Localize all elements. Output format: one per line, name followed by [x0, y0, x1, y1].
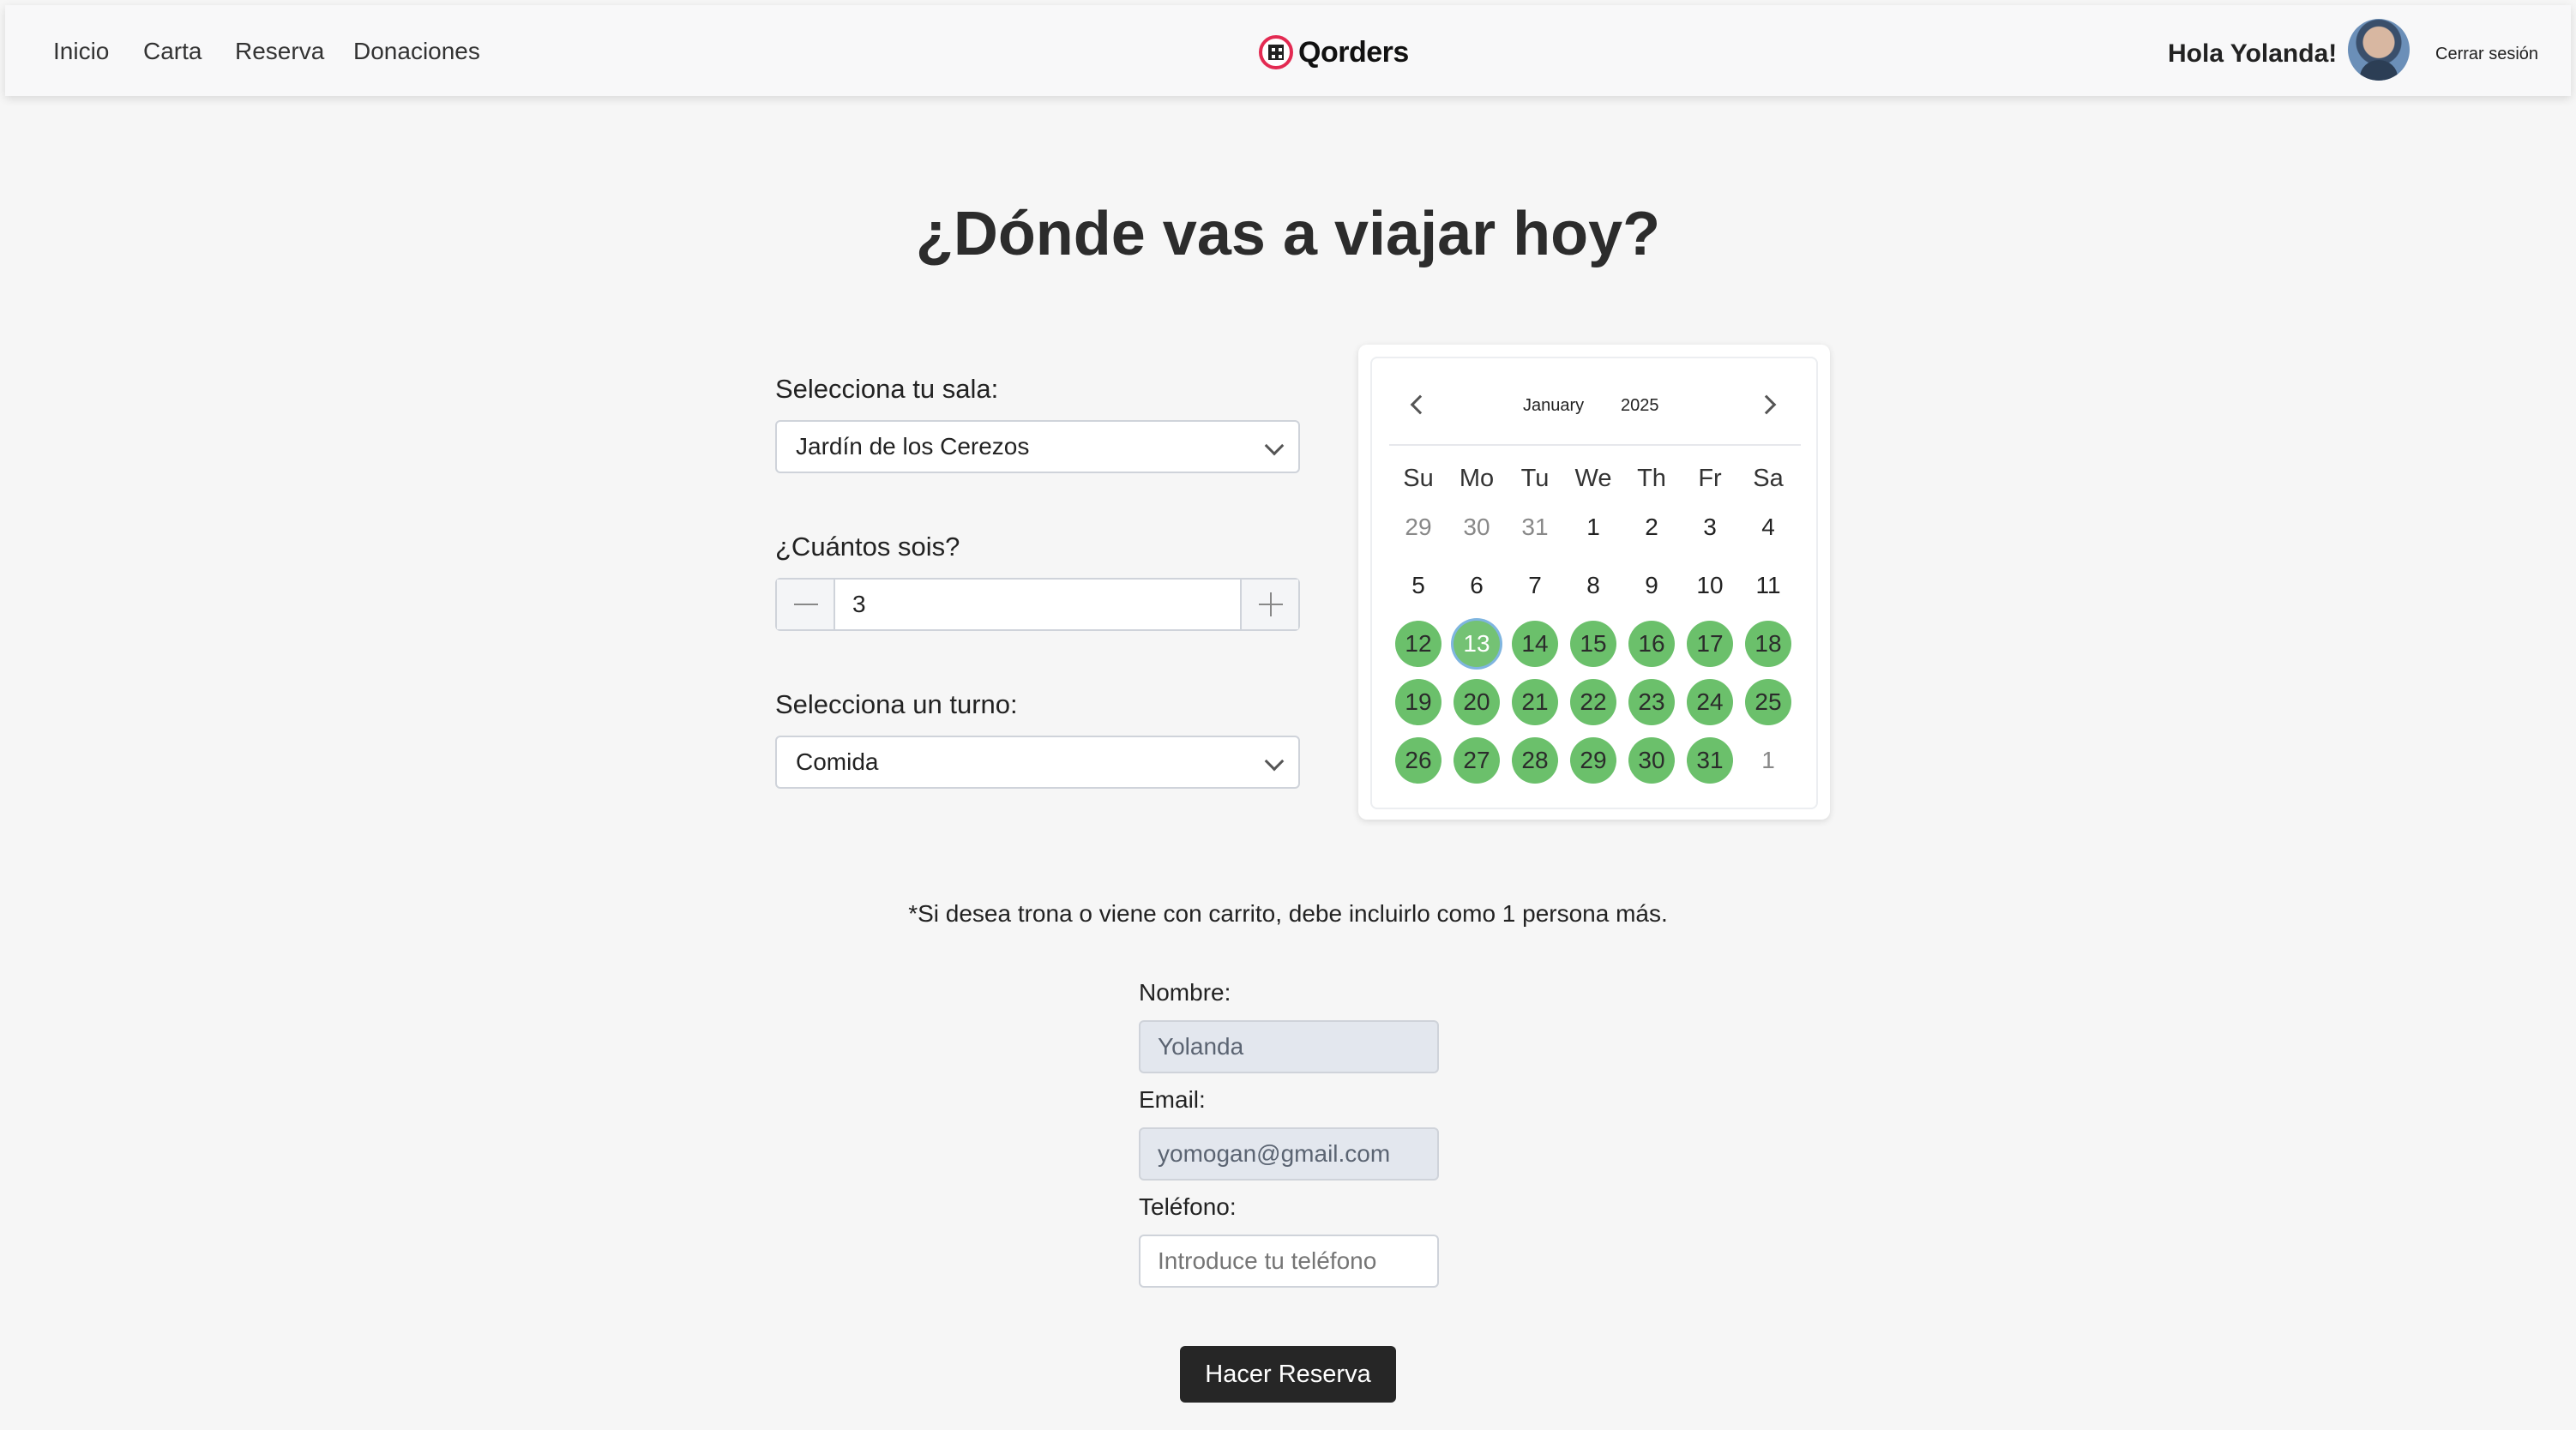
- calendar-day[interactable]: 30: [1628, 737, 1675, 784]
- brand-name: Qorders: [1298, 35, 1409, 69]
- calendar-day: 1: [1761, 747, 1775, 773]
- weekday-label: Sa: [1753, 465, 1784, 492]
- email-label: Email:: [1139, 1086, 1206, 1113]
- calendar-day[interactable]: 17: [1687, 621, 1733, 667]
- calendar-day[interactable]: 22: [1570, 679, 1616, 725]
- calendar-day[interactable]: 15: [1570, 621, 1616, 667]
- user-greeting: Hola Yolanda!: [2168, 39, 2338, 68]
- avatar[interactable]: [2348, 19, 2410, 81]
- calendar-day[interactable]: 8: [1570, 562, 1616, 609]
- weekday-label: Su: [1403, 465, 1434, 492]
- calendar-day[interactable]: 28: [1512, 737, 1558, 784]
- room-select[interactable]: Jardín de los Cerezos: [775, 420, 1300, 473]
- shift-label: Selecciona un turno:: [775, 689, 1018, 719]
- calendar-day[interactable]: 26: [1395, 737, 1441, 784]
- calendar-day[interactable]: 29: [1570, 737, 1616, 784]
- calendar-day[interactable]: 14: [1512, 621, 1558, 667]
- room-select-value: Jardín de los Cerezos: [796, 433, 1030, 460]
- name-label: Nombre:: [1139, 979, 1231, 1006]
- people-stepper: 3: [775, 578, 1300, 631]
- phone-label: Teléfono:: [1139, 1193, 1237, 1220]
- nav-link-donaciones[interactable]: Donaciones: [353, 38, 480, 65]
- calendar-day[interactable]: 25: [1745, 679, 1791, 725]
- calendar-day: 30: [1463, 514, 1490, 540]
- calendar-divider: [1389, 444, 1801, 446]
- shift-select-value: Comida: [796, 748, 879, 775]
- calendar-day[interactable]: 18: [1745, 621, 1791, 667]
- people-label: ¿Cuántos sois?: [775, 532, 960, 562]
- room-label: Selecciona tu sala:: [775, 374, 999, 404]
- phone-field[interactable]: [1139, 1235, 1439, 1288]
- calendar-day[interactable]: 7: [1512, 562, 1558, 609]
- nav-link-inicio[interactable]: Inicio: [53, 38, 109, 65]
- weekday-label: We: [1574, 465, 1612, 492]
- calendar-day[interactable]: 23: [1628, 679, 1675, 725]
- nav-link-carta[interactable]: Carta: [143, 38, 202, 65]
- shift-select[interactable]: Comida: [775, 736, 1300, 789]
- decrement-button[interactable]: [777, 580, 835, 629]
- calendar-day-selected[interactable]: 13: [1454, 621, 1500, 667]
- calendar-month[interactable]: January: [1523, 396, 1584, 416]
- qr-logo-icon: [1259, 35, 1293, 69]
- calendar-day[interactable]: 21: [1512, 679, 1558, 725]
- calendar-day[interactable]: 12: [1395, 621, 1441, 667]
- brand-logo[interactable]: Qorders: [1259, 31, 1409, 74]
- calendar-day[interactable]: 27: [1454, 737, 1500, 784]
- calendar-day[interactable]: 9: [1628, 562, 1675, 609]
- chevron-down-icon: [1264, 436, 1285, 456]
- calendar-day[interactable]: 31: [1687, 737, 1733, 784]
- calendar-day[interactable]: 11: [1745, 562, 1791, 609]
- page-title: ¿Dónde vas a viajar hoy?: [915, 200, 1661, 268]
- weekday-label: Fr: [1698, 465, 1722, 492]
- calendar-day: 29: [1405, 514, 1432, 540]
- calendar-day[interactable]: 3: [1687, 504, 1733, 550]
- calendar-day[interactable]: 2: [1628, 504, 1675, 550]
- calendar-day[interactable]: 20: [1454, 679, 1500, 725]
- weekday-label: Th: [1637, 465, 1666, 492]
- calendar-day: 31: [1521, 514, 1549, 540]
- chevron-down-icon: [1264, 751, 1285, 772]
- top-navbar: Inicio Carta Reserva Donaciones Qorders …: [5, 5, 2571, 96]
- people-count-input[interactable]: 3: [835, 580, 1240, 629]
- weekday-label: Tu: [1520, 465, 1550, 492]
- submit-reservation-button[interactable]: Hacer Reserva: [1180, 1346, 1396, 1403]
- calendar-day[interactable]: 16: [1628, 621, 1675, 667]
- weekday-label: Mo: [1459, 465, 1495, 492]
- calendar-year[interactable]: 2025: [1621, 396, 1659, 416]
- calendar-day[interactable]: 10: [1687, 562, 1733, 609]
- calendar-day[interactable]: 24: [1687, 679, 1733, 725]
- calendar-day[interactable]: 1: [1570, 504, 1616, 550]
- name-field[interactable]: [1139, 1020, 1439, 1073]
- stroller-note: *Si desea trona o viene con carrito, deb…: [908, 900, 1668, 927]
- increment-button[interactable]: [1240, 580, 1298, 629]
- calendar-day[interactable]: 5: [1395, 562, 1441, 609]
- calendar-day[interactable]: 6: [1454, 562, 1500, 609]
- logout-link[interactable]: Cerrar sesión: [2435, 45, 2538, 64]
- calendar-day[interactable]: 4: [1745, 504, 1791, 550]
- email-field[interactable]: [1139, 1127, 1439, 1181]
- calendar-day[interactable]: 19: [1395, 679, 1441, 725]
- nav-link-reserva[interactable]: Reserva: [235, 38, 324, 65]
